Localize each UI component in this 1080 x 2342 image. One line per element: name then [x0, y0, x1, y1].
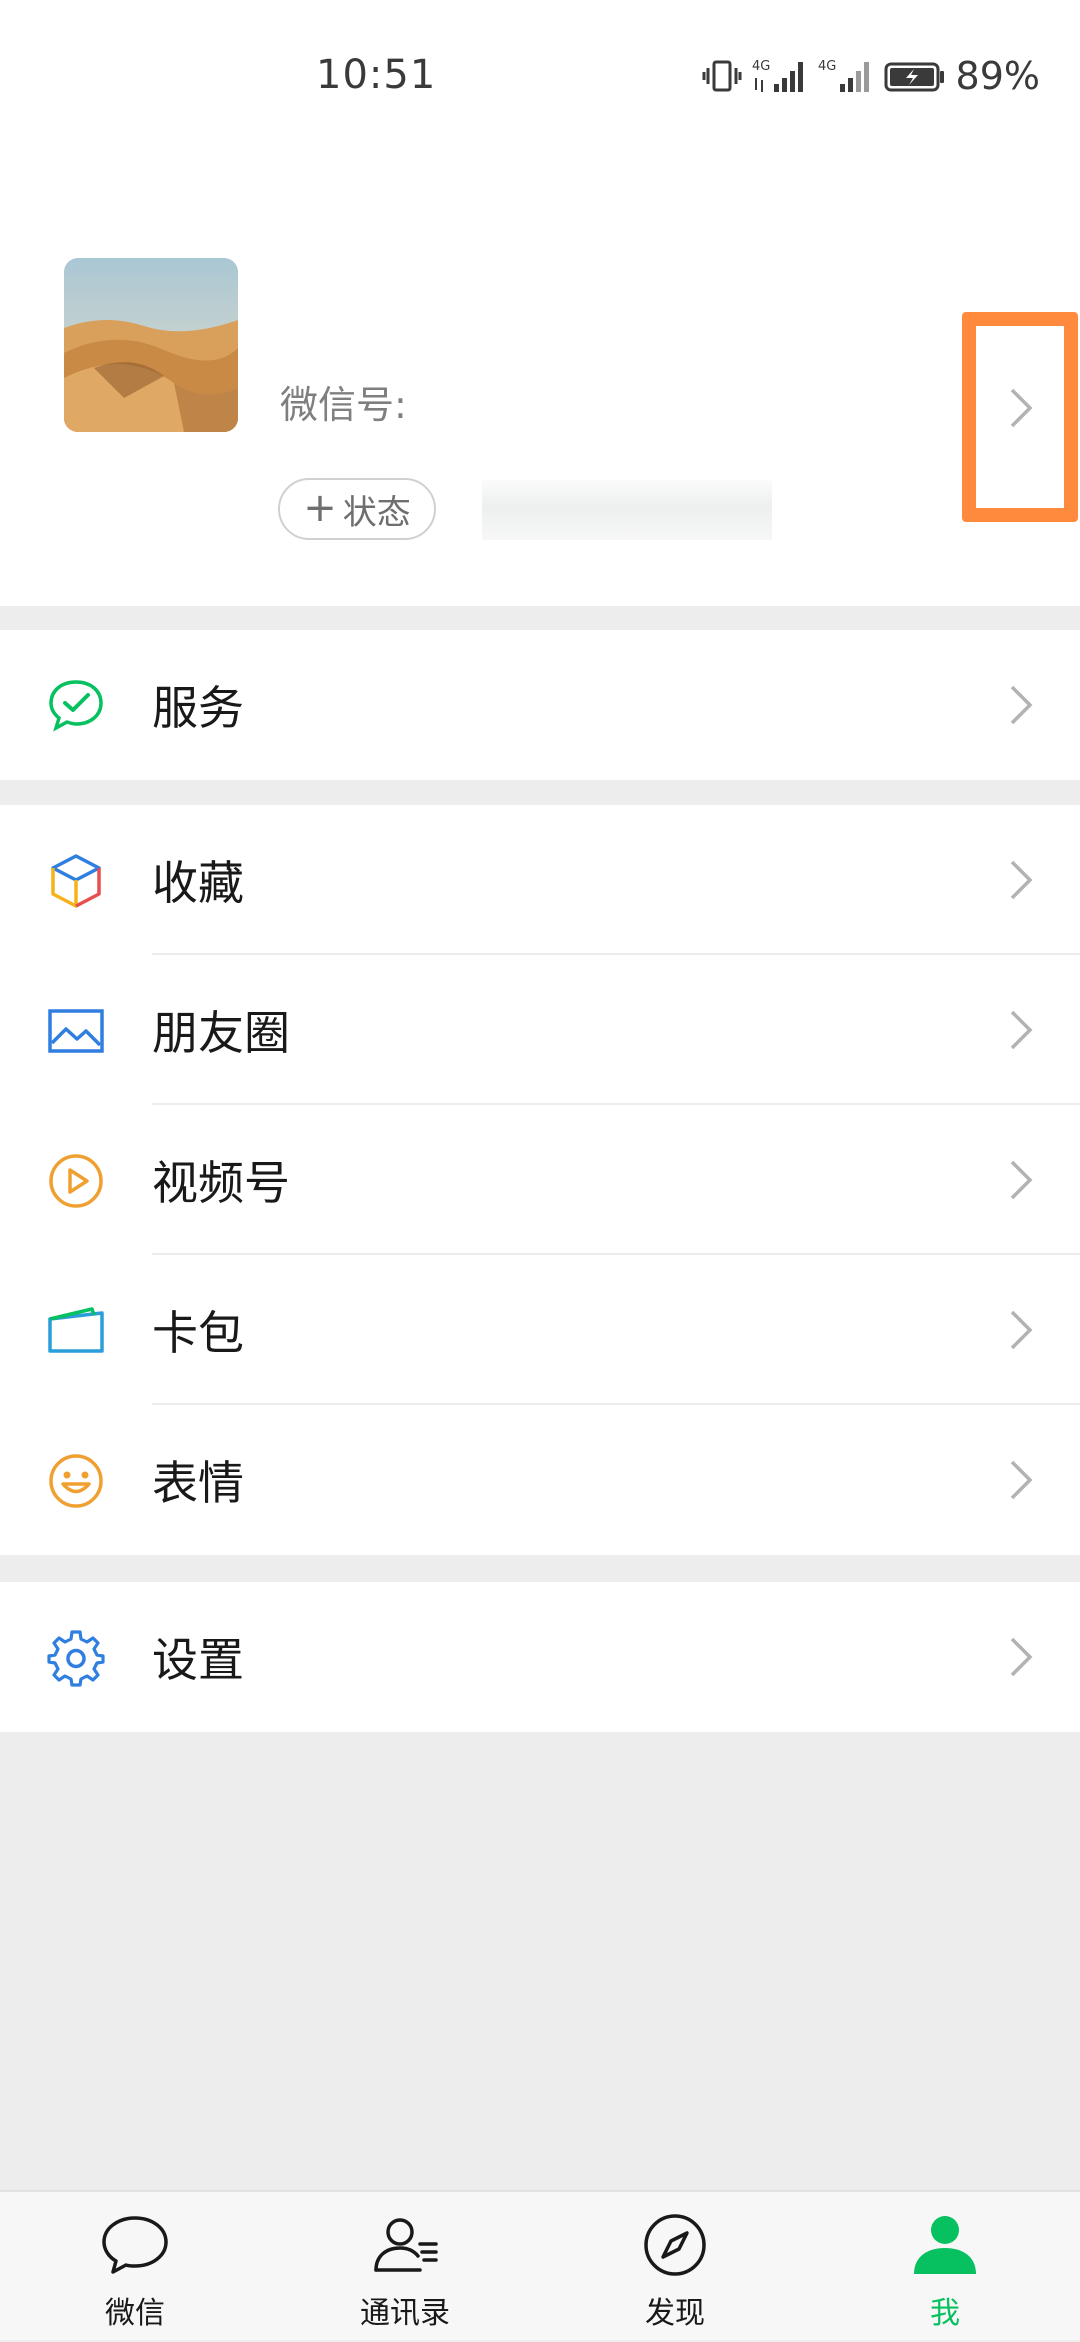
menu-item-cards[interactable]: 卡包 — [0, 1255, 1080, 1405]
contacts-person-icon — [374, 2218, 438, 2272]
me-person-icon — [914, 2216, 976, 2274]
network-label-2: 4G — [818, 59, 836, 74]
menu-item-services[interactable]: 服务 — [0, 630, 1080, 780]
avatar[interactable] — [64, 258, 238, 432]
tab-discover[interactable]: 发现 — [575, 2192, 775, 2342]
gear-icon — [47, 1630, 105, 1687]
menu-label-moments: 朋友圈 — [152, 1006, 290, 1060]
favorites-cube-icon — [51, 854, 101, 908]
chevron-right-icon — [1010, 685, 1033, 725]
chevron-right-icon — [1010, 860, 1033, 900]
status-text-blurred — [482, 480, 772, 540]
wechat-id-label: 微信号: — [280, 383, 407, 427]
chevron-right-icon — [1010, 1637, 1033, 1677]
wallet-card-icon — [48, 1307, 104, 1353]
menu-item-channels[interactable]: 视频号 — [0, 1105, 1080, 1255]
network-label-1: 4G — [752, 59, 770, 74]
menu-label-services: 服务 — [152, 681, 244, 735]
signal-icon-2: 4G — [818, 59, 869, 92]
menu-label-channels: 视频号 — [152, 1156, 290, 1210]
status-button-label: 状态 — [342, 492, 411, 533]
status-time: 10:51 — [316, 52, 437, 98]
vibrate-icon — [702, 60, 742, 92]
tab-label-chats: 微信 — [105, 2296, 165, 2331]
menu-label-cards: 卡包 — [152, 1306, 244, 1360]
menu-label-settings: 设置 — [152, 1633, 244, 1687]
chevron-right-icon — [1010, 1460, 1033, 1500]
status-bar: 10:51 4G 4G 89% — [0, 0, 1080, 150]
menu-label-favorites: 收藏 — [152, 856, 244, 910]
tab-label-discover: 发现 — [645, 2296, 705, 2331]
chevron-right-icon — [1010, 1310, 1033, 1350]
chevron-right-icon — [1010, 1160, 1033, 1200]
moments-image-icon — [48, 1009, 104, 1053]
chevron-right-icon[interactable] — [1006, 386, 1036, 430]
battery-icon — [884, 62, 944, 92]
signal-icon-1: 4G — [752, 59, 803, 92]
channels-play-icon — [49, 1154, 103, 1208]
plus-icon: + — [303, 485, 337, 531]
menu-item-moments[interactable]: 朋友圈 — [0, 955, 1080, 1105]
smile-emoji-icon — [49, 1454, 103, 1508]
add-status-button[interactable]: + 状态 — [278, 478, 436, 540]
menu-item-stickers[interactable]: 表情 — [0, 1405, 1080, 1555]
compass-icon — [644, 2214, 706, 2276]
menu-label-stickers: 表情 — [152, 1456, 244, 1510]
menu-item-settings[interactable]: 设置 — [0, 1582, 1080, 1732]
features-group: 收藏 朋友圈 视频号 卡包 表情 — [0, 805, 1080, 1555]
status-icons: 4G 4G 89% — [702, 54, 1040, 98]
chevron-right-icon — [1010, 1010, 1033, 1050]
desert-avatar-image — [64, 258, 238, 432]
tab-contacts[interactable]: 通讯录 — [305, 2192, 505, 2342]
services-icon — [49, 680, 103, 732]
menu-item-favorites[interactable]: 收藏 — [0, 805, 1080, 955]
bottom-tab-bar: 微信 通讯录 发现 我 — [0, 2190, 1080, 2340]
tab-label-me: 我 — [930, 2296, 960, 2331]
chat-bubble-icon — [102, 2216, 168, 2274]
tab-me[interactable]: 我 — [845, 2192, 1045, 2342]
services-group: 服务 — [0, 630, 1080, 780]
tab-chats[interactable]: 微信 — [35, 2192, 235, 2342]
settings-group: 设置 — [0, 1582, 1080, 1732]
profile-card[interactable]: 微信号: + 状态 — [0, 150, 1080, 606]
battery-percent: 89% — [955, 54, 1040, 98]
tab-label-contacts: 通讯录 — [360, 2296, 450, 2331]
